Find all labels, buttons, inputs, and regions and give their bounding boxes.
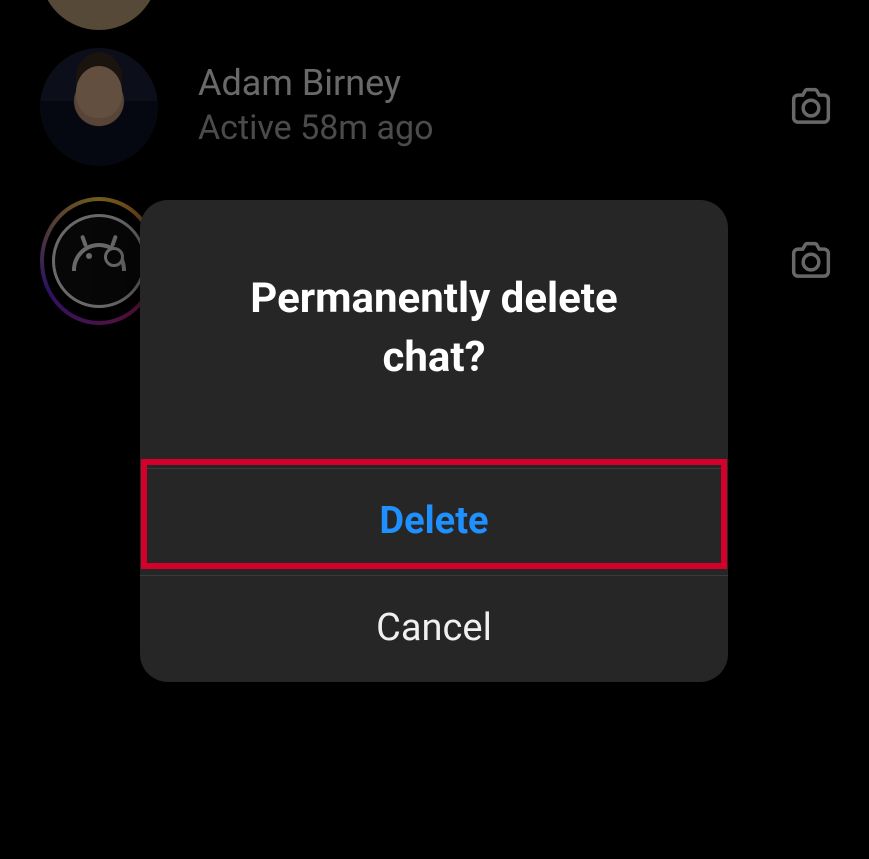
cancel-button[interactable]: Cancel xyxy=(140,576,728,682)
delete-chat-dialog: Permanently delete chat? Delete Cancel xyxy=(140,200,728,682)
dialog-title: Permanently delete chat? xyxy=(140,200,728,468)
delete-button[interactable]: Delete xyxy=(140,469,728,575)
